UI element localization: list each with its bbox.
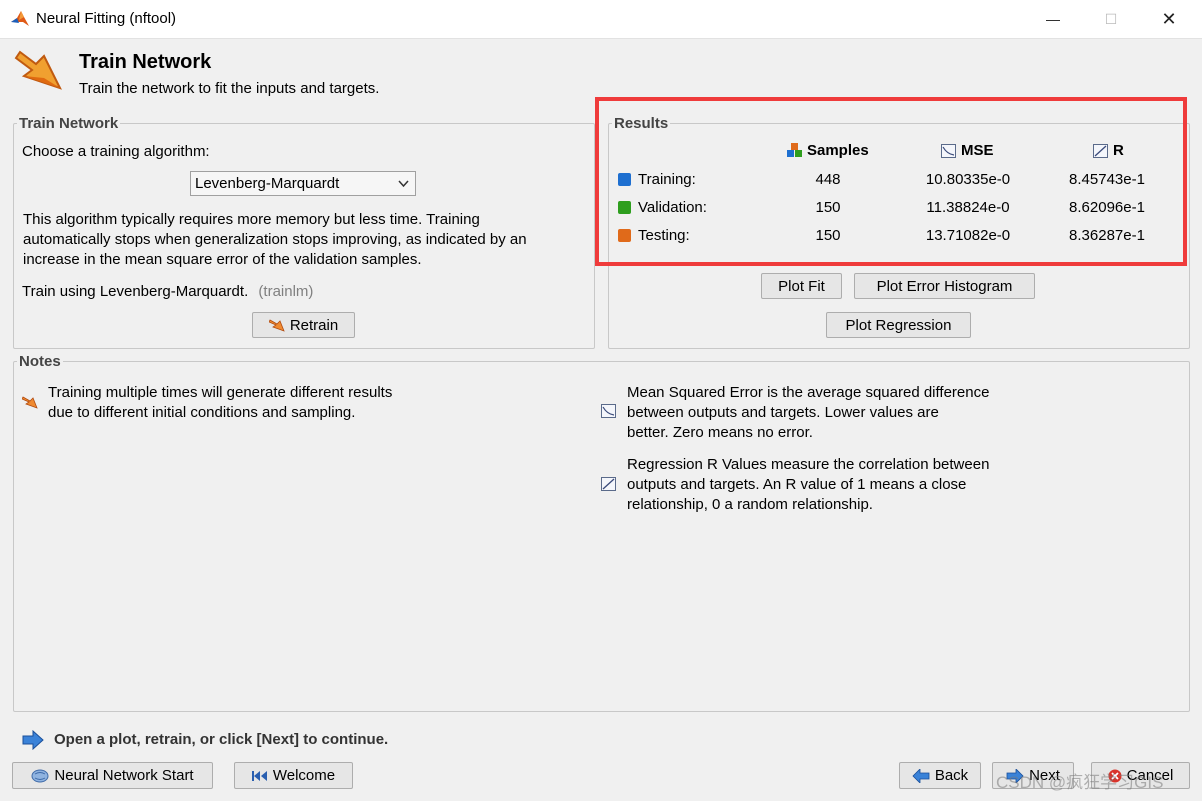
note-line: due to different initial conditions and … (48, 404, 356, 421)
plot-error-histogram-label: Plot Error Histogram (876, 277, 1013, 295)
samples-cubes-icon (787, 143, 802, 157)
r-header-label: R (1113, 142, 1124, 159)
note-line: Training multiple times will generate di… (48, 384, 393, 401)
page-title: Train Network (79, 51, 212, 73)
description-line: automatically stops when generalization … (23, 231, 527, 248)
algorithm-description: This algorithm typically requires more m… (23, 210, 588, 270)
note-line: Regression R Values measure the correlat… (627, 456, 990, 473)
note-line: between outputs and targets. Lower value… (627, 404, 939, 421)
mse-header-label: MSE (961, 142, 994, 159)
note-arrow-icon (22, 396, 38, 409)
train-arrow-icon (14, 50, 62, 90)
table-row: Testing: 150 13.71082e-0 8.36287e-1 (617, 227, 1177, 247)
note-line: better. Zero means no error. (627, 424, 813, 441)
plot-fit-label: Plot Fit (778, 277, 825, 295)
results-table: Training: 448 10.80335e-0 8.45743e-1 Val… (617, 171, 1177, 255)
note-line: relationship, 0 a random relationship. (627, 496, 873, 513)
r-column-header: R (1093, 142, 1124, 159)
mse-column-header: MSE (941, 142, 994, 159)
row-samples: 150 (815, 227, 841, 244)
plot-regression-button[interactable]: Plot Regression (826, 312, 971, 338)
row-label: Training: (638, 171, 696, 188)
algorithm-selected-value: Levenberg-Marquardt (195, 175, 340, 192)
table-row: Training: 448 10.80335e-0 8.45743e-1 (617, 171, 1177, 191)
title-bar: Neural Fitting (nftool) — ☐ ✕ (0, 0, 1202, 39)
testing-cube-icon (618, 229, 631, 242)
mse-plot-icon (941, 143, 956, 158)
note-training-multiple: Training multiple times will generate di… (48, 383, 392, 423)
row-mse: 13.71082e-0 (925, 227, 1011, 244)
description-line: increase in the mean square error of the… (23, 251, 422, 268)
maximize-button[interactable]: ☐ (1082, 0, 1140, 38)
plot-regression-label: Plot Regression (845, 316, 952, 334)
samples-header-label: Samples (807, 142, 869, 159)
back-arrow-icon (912, 768, 930, 783)
notes-legend: Notes (17, 353, 63, 370)
samples-column-header: Samples (786, 142, 869, 159)
retrain-label: Retrain (289, 316, 339, 334)
back-label: Back (934, 767, 969, 784)
rewind-icon (251, 770, 267, 781)
back-button[interactable]: Back (899, 762, 981, 789)
window-title: Neural Fitting (nftool) (36, 10, 177, 27)
note-mse: Mean Squared Error is the average square… (627, 383, 989, 443)
choose-algorithm-label: Choose a training algorithm: (22, 143, 210, 160)
row-mse: 11.38824e-0 (926, 199, 1010, 216)
watermark-text: CSDN @疯狂学习GIS (996, 773, 1164, 792)
train-network-legend: Train Network (17, 115, 121, 132)
row-r: 8.36287e-1 (1069, 227, 1145, 244)
footer-hint: Open a plot, retrain, or click [Next] to… (54, 731, 389, 748)
validation-cube-icon (618, 201, 631, 214)
brain-icon (31, 769, 49, 782)
note-line: outputs and targets. An R value of 1 mea… (627, 476, 967, 493)
training-cube-icon (618, 173, 631, 186)
welcome-label: Welcome (272, 767, 336, 784)
close-button[interactable]: ✕ (1140, 0, 1198, 38)
plot-error-histogram-button[interactable]: Plot Error Histogram (854, 273, 1035, 299)
regression-plot-icon (1093, 143, 1108, 158)
next-hint-arrow-icon (22, 730, 44, 750)
minimize-button[interactable]: — (1024, 0, 1082, 38)
description-line: This algorithm typically requires more m… (23, 211, 480, 228)
regression-note-icon (601, 477, 616, 491)
chevron-down-icon (398, 180, 409, 188)
algorithm-select[interactable]: Levenberg-Marquardt (190, 171, 416, 196)
row-r: 8.62096e-1 (1069, 199, 1145, 216)
retrain-arrow-icon (268, 319, 285, 332)
row-mse: 10.80335e-0 (925, 171, 1011, 188)
plot-fit-button[interactable]: Plot Fit (761, 273, 842, 299)
minimize-icon: — (1046, 11, 1060, 27)
neural-network-start-button[interactable]: Neural Network Start (12, 762, 213, 789)
note-regression: Regression R Values measure the correlat… (627, 455, 989, 515)
row-r: 8.45743e-1 (1069, 171, 1145, 188)
matlab-logo-icon (11, 11, 29, 26)
row-label: Validation: (638, 199, 707, 216)
row-samples: 448 (815, 171, 841, 188)
row-samples: 150 (815, 199, 841, 216)
train-function-name: (trainlm) (258, 283, 314, 300)
note-line: Mean Squared Error is the average square… (627, 384, 990, 401)
retrain-button[interactable]: Retrain (252, 312, 355, 338)
maximize-icon: ☐ (1104, 10, 1118, 27)
train-using-label: Train using Levenberg-Marquardt. (22, 283, 249, 300)
close-icon: ✕ (1161, 8, 1177, 29)
neural-network-start-label: Neural Network Start (54, 767, 194, 784)
table-row: Validation: 150 11.38824e-0 8.62096e-1 (617, 199, 1177, 219)
page-subtitle: Train the network to fit the inputs and … (79, 80, 380, 97)
mse-note-icon (601, 404, 616, 418)
train-using-text: Train using Levenberg-Marquardt. (trainl… (22, 283, 313, 300)
row-label: Testing: (638, 227, 690, 244)
welcome-button[interactable]: Welcome (234, 762, 353, 789)
